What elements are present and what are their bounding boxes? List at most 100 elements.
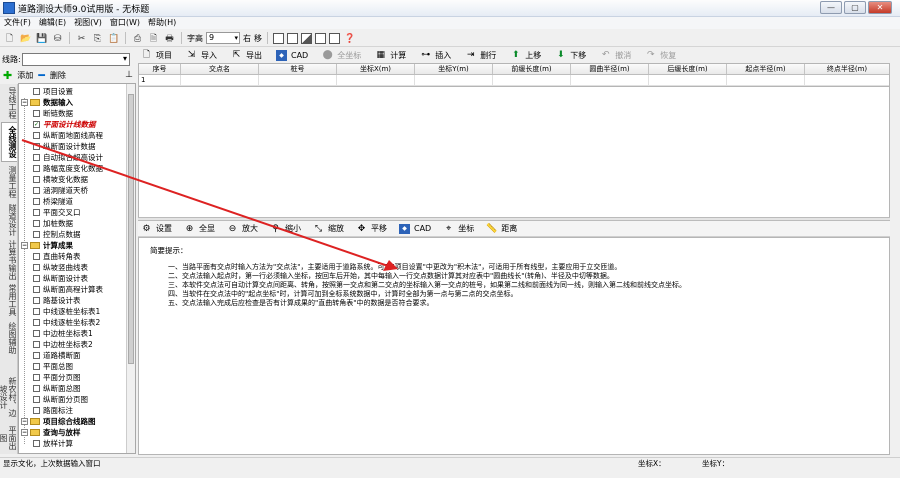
- column-header[interactable]: 前缓长度(m): [493, 64, 571, 74]
- menu-window[interactable]: 窗口(W): [106, 17, 144, 29]
- tree-item[interactable]: 自动拟合超高设计: [33, 152, 103, 163]
- layout-grid-icon[interactable]: [301, 32, 312, 44]
- maximize-button[interactable]: ▢: [844, 1, 866, 14]
- checkbox-icon[interactable]: [33, 385, 40, 392]
- table-cell[interactable]: 1: [139, 75, 181, 86]
- zoom-extents-button[interactable]: ⊕ 全显: [184, 223, 215, 234]
- tree-item[interactable]: 放样计算: [33, 438, 73, 449]
- move-up-button[interactable]: ⬆ 上移: [510, 50, 541, 61]
- column-header[interactable]: 坐标Y(m): [415, 64, 493, 74]
- vtab-tunnel[interactable]: 隧道设计: [1, 202, 17, 238]
- tree-item[interactable]: ✓ 平面设计线数据: [33, 119, 96, 130]
- checkbox-icon[interactable]: [33, 209, 40, 216]
- tree-item[interactable]: 纵断面总图: [33, 383, 81, 394]
- checkbox-icon[interactable]: [33, 319, 40, 326]
- move-label[interactable]: 移: [254, 33, 262, 44]
- column-header[interactable]: 终点半径(m): [805, 64, 889, 74]
- tree-item[interactable]: 中边桩坐标表1: [33, 328, 93, 339]
- save-as-icon[interactable]: ⛁: [51, 32, 64, 45]
- menu-edit[interactable]: 编辑(E): [35, 17, 70, 29]
- undo-button[interactable]: ↶ 撤消: [600, 50, 631, 61]
- checkbox-icon[interactable]: ✓: [33, 121, 40, 128]
- checkbox-icon[interactable]: [33, 154, 40, 161]
- minimize-button[interactable]: —: [820, 1, 842, 14]
- checkbox-icon[interactable]: [33, 275, 40, 282]
- table-cell[interactable]: [415, 75, 493, 86]
- menu-file[interactable]: 文件(F): [0, 17, 35, 29]
- line-select[interactable]: [22, 52, 130, 66]
- tree-item[interactable]: 纵断面设计表: [33, 273, 88, 284]
- vtab-drawing[interactable]: 绘图辅助: [1, 320, 17, 356]
- tree-group[interactable]: − 查询与放样: [21, 427, 81, 438]
- table-cell[interactable]: [493, 75, 571, 86]
- layout-tile-icon[interactable]: [315, 32, 326, 44]
- tree-item[interactable]: 直曲转角表: [33, 251, 81, 262]
- copy-icon[interactable]: ⎘: [91, 32, 104, 45]
- pin-icon[interactable]: ⊥: [125, 70, 133, 80]
- zoom-out-button[interactable]: ⚲ 缩小: [270, 223, 301, 234]
- cut-icon[interactable]: ✂: [75, 32, 88, 45]
- move-down-button[interactable]: ⬇ 下移: [555, 50, 586, 61]
- tree-item[interactable]: 控制点数据: [33, 229, 81, 240]
- checkbox-icon[interactable]: [33, 165, 40, 172]
- collapse-icon[interactable]: −: [21, 242, 28, 249]
- delete-row-button[interactable]: ⇥ 删行: [465, 50, 496, 61]
- coordinate-button[interactable]: ⌖ 坐标: [443, 223, 474, 234]
- checkbox-icon[interactable]: [33, 220, 40, 227]
- checkbox-icon[interactable]: [33, 440, 40, 447]
- checkbox-icon[interactable]: [33, 110, 40, 117]
- help-icon[interactable]: ❓: [343, 32, 356, 45]
- layout-full-icon[interactable]: [329, 32, 340, 44]
- tree-item[interactable]: 横坡变化数据: [33, 174, 88, 185]
- tree-group[interactable]: − 计算成果: [21, 240, 73, 251]
- tree-item[interactable]: 加桩数据: [33, 218, 73, 229]
- tree-item[interactable]: 涵洞隧道天桥: [33, 185, 88, 196]
- vtab-full-line[interactable]: 全线测设: [1, 122, 17, 162]
- tree-group[interactable]: − 项目综合线路图: [21, 416, 96, 427]
- menu-help[interactable]: 帮助(H): [144, 17, 180, 29]
- tree-item[interactable]: 平面交叉口: [33, 207, 81, 218]
- export-button[interactable]: ⇱ 导出: [231, 50, 262, 61]
- vtab-survey[interactable]: 测量工程: [1, 164, 17, 200]
- tree-scrollbar[interactable]: [126, 84, 135, 453]
- table-row[interactable]: 1: [139, 75, 889, 86]
- tree-scroll-thumb[interactable]: [128, 94, 134, 364]
- tree-item[interactable]: 项目设置: [33, 86, 73, 97]
- checkbox-icon[interactable]: [33, 297, 40, 304]
- checkbox-icon[interactable]: [33, 187, 40, 194]
- tree-item[interactable]: 纵坡竖曲线表: [33, 262, 88, 273]
- project-button[interactable]: 🗋 项目: [141, 50, 172, 61]
- vtab-traverse[interactable]: 导线工程: [1, 86, 17, 120]
- preview-icon[interactable]: 🗎: [147, 32, 160, 45]
- vtab-report[interactable]: 计算书输出: [1, 240, 17, 280]
- tree-item[interactable]: 平面总图: [33, 361, 73, 372]
- checkbox-icon[interactable]: [33, 308, 40, 315]
- settings-button[interactable]: ⚙ 设置: [141, 223, 172, 234]
- tree-item[interactable]: 桥梁隧道: [33, 196, 73, 207]
- calculate-button[interactable]: ▦ 计算: [375, 50, 406, 61]
- insert-button[interactable]: ⊶ 插入: [420, 50, 451, 61]
- checkbox-icon[interactable]: [33, 374, 40, 381]
- tree-item[interactable]: 纵断面设计数据: [33, 141, 96, 152]
- tree-item[interactable]: 道路横断面: [33, 350, 81, 361]
- pan-button[interactable]: ✥ 平移: [356, 223, 387, 234]
- checkbox-icon[interactable]: [33, 231, 40, 238]
- checkbox-icon[interactable]: [33, 396, 40, 403]
- column-header[interactable]: 坐标X(m): [337, 64, 415, 74]
- tree-item[interactable]: 纵断面地面线高程: [33, 130, 103, 141]
- column-header[interactable]: 交点名: [181, 64, 259, 74]
- zoom-button[interactable]: ⤡ 缩放: [313, 223, 344, 234]
- save-icon[interactable]: 💾: [35, 32, 48, 45]
- print-preview-icon[interactable]: ⎙: [131, 32, 144, 45]
- collapse-icon[interactable]: −: [21, 429, 28, 436]
- new-file-icon[interactable]: 🗋: [3, 32, 16, 45]
- delete-icon[interactable]: ━: [38, 69, 45, 82]
- paste-icon[interactable]: 📋: [107, 32, 120, 45]
- checkbox-icon[interactable]: [33, 363, 40, 370]
- tree-item[interactable]: 中边桩坐标表2: [33, 339, 93, 350]
- checkbox-icon[interactable]: [33, 198, 40, 205]
- column-header[interactable]: 序号: [139, 64, 181, 74]
- checkbox-icon[interactable]: [33, 330, 40, 337]
- open-folder-icon[interactable]: 📂: [19, 32, 32, 45]
- font-size-select[interactable]: 9: [206, 32, 240, 44]
